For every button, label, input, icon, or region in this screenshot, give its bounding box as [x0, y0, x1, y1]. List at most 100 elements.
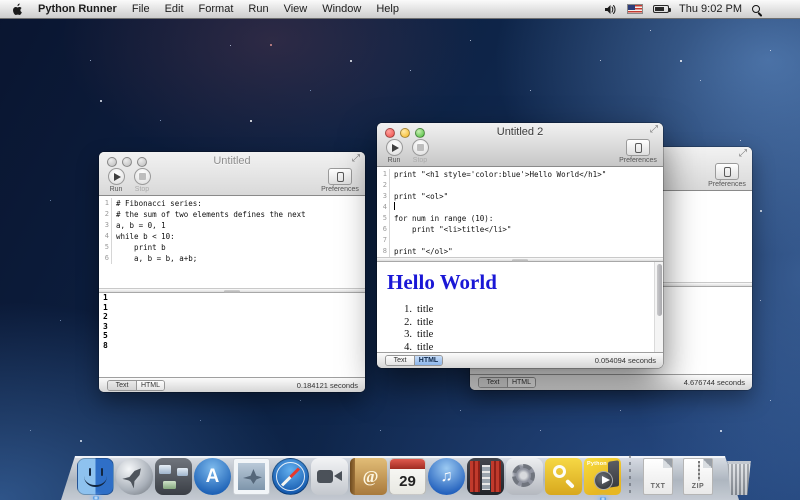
finder-icon[interactable] [77, 458, 114, 495]
tab-html[interactable]: HTML [507, 378, 535, 387]
code-line: 4 [377, 202, 663, 213]
code-editor[interactable]: 1print "<h1 style='color:blue'>Hello Wor… [377, 167, 663, 257]
window-untitled: Untitled ⤢ Run Stop Preferences 1# Fibon… [99, 152, 365, 392]
list-item: 2.title [377, 317, 663, 330]
code-line: 2 [377, 180, 663, 191]
rendered-heading: Hello World [387, 270, 663, 295]
output-scrollbar[interactable] [654, 262, 663, 352]
mission-control-icon[interactable] [155, 458, 192, 495]
code-editor[interactable]: 1# Fibonacci series: 2# the sum of two e… [99, 196, 365, 288]
preferences-button[interactable]: Preferences [706, 163, 748, 188]
txt-document-icon[interactable]: TXT [643, 458, 673, 495]
play-icon [114, 173, 121, 181]
stop-button[interactable]: Stop [408, 139, 432, 164]
tab-html[interactable]: HTML [136, 381, 164, 390]
output-line: 5 [99, 331, 365, 341]
code-line: 6 a, b = b, a+b; [99, 253, 365, 264]
input-source-flag-icon[interactable] [627, 4, 643, 14]
window-title: Untitled 2 [407, 126, 633, 138]
system-preferences-icon[interactable] [506, 458, 543, 495]
run-button[interactable]: Run [382, 139, 406, 164]
safari-icon[interactable] [272, 458, 309, 495]
launchpad-icon[interactable] [116, 458, 153, 495]
menu-run[interactable]: Run [248, 3, 268, 15]
elapsed-time: 0.184121 seconds [297, 381, 358, 390]
preferences-icon [337, 172, 344, 182]
rendered-list: 1.title 2.title 3.title 4.title 5.title … [377, 304, 663, 352]
close-button[interactable] [385, 128, 395, 138]
code-line: 1# Fibonacci series: [99, 198, 365, 209]
list-item: 1.title [377, 304, 663, 317]
dock: 29 Python TXT ZIP [61, 452, 739, 500]
tab-text[interactable]: Text [479, 378, 507, 387]
running-indicator [92, 496, 100, 500]
list-item: 4.title [377, 342, 663, 353]
tab-text[interactable]: Text [386, 356, 414, 365]
code-line: 4while b < 10: [99, 231, 365, 242]
preferences-icon [724, 167, 731, 177]
titlebar-untitled-2[interactable]: Untitled 2 ⤢ Run Stop Preferences [377, 123, 663, 167]
menu-window[interactable]: Window [322, 3, 361, 15]
html-output-pane[interactable]: Hello World 1.title 2.title 3.title 4.ti… [377, 262, 663, 352]
menu-file[interactable]: File [132, 3, 150, 15]
calendar-icon[interactable]: 29 [389, 458, 426, 495]
menu-app-name[interactable]: Python Runner [38, 3, 117, 15]
battery-icon[interactable] [653, 5, 669, 13]
zip-document-icon[interactable]: ZIP [683, 458, 713, 495]
play-icon [392, 144, 399, 152]
spotlight-icon[interactable] [752, 5, 760, 13]
dock-separator [629, 455, 631, 495]
trash-icon[interactable] [725, 461, 753, 495]
fullscreen-icon[interactable]: ⤢ [739, 148, 747, 160]
menu-view[interactable]: View [284, 3, 308, 15]
fullscreen-icon[interactable]: ⤢ [352, 153, 360, 165]
code-line: 1print "<h1 style='color:blue'>Hello Wor… [377, 169, 663, 180]
tab-text[interactable]: Text [108, 381, 136, 390]
fullscreen-icon[interactable]: ⤢ [650, 124, 658, 136]
code-line: 5for num in range (10): [377, 213, 663, 224]
itunes-icon[interactable] [428, 458, 465, 495]
output-pane[interactable]: 1 1 2 3 5 8 [99, 293, 365, 377]
scrollbar-thumb[interactable] [657, 264, 662, 316]
preferences-button[interactable]: Preferences [319, 168, 361, 193]
elapsed-time: 0.054094 seconds [595, 356, 656, 365]
code-line: 6 print "<li>title</li>" [377, 224, 663, 235]
menubar-clock[interactable]: Thu 9:02 PM [679, 3, 742, 15]
menu-bar: Python Runner File Edit Format Run View … [0, 0, 800, 19]
stop-button[interactable]: Stop [130, 168, 154, 193]
app-store-icon[interactable] [194, 458, 231, 495]
photo-booth-icon[interactable] [467, 458, 504, 495]
output-mode-tabs: Text HTML [478, 377, 536, 388]
run-button[interactable]: Run [104, 168, 128, 193]
window-title: Untitled [129, 155, 335, 167]
status-bar: Text HTML 4.676744 seconds [470, 374, 752, 390]
menu-format[interactable]: Format [199, 3, 234, 15]
status-bar: Text HTML 0.184121 seconds [99, 377, 365, 392]
menu-help[interactable]: Help [376, 3, 399, 15]
address-book-icon[interactable] [350, 458, 387, 495]
search-utility-icon[interactable] [545, 458, 582, 495]
code-line: 8print "</ol>" [377, 246, 663, 257]
preferences-button[interactable]: Preferences [617, 139, 659, 164]
output-line: 3 [99, 322, 365, 332]
code-line: 5 print b [99, 242, 365, 253]
output-line: 1 [99, 293, 365, 303]
stop-icon [139, 173, 146, 180]
volume-icon[interactable] [604, 4, 617, 15]
facetime-icon[interactable] [311, 458, 348, 495]
code-line: 3a, b = 0, 1 [99, 220, 365, 231]
output-mode-tabs: Text HTML [385, 355, 443, 366]
mail-icon[interactable] [233, 458, 270, 495]
titlebar-untitled[interactable]: Untitled ⤢ Run Stop Preferences [99, 152, 365, 196]
menu-edit[interactable]: Edit [165, 3, 184, 15]
apple-menu-icon[interactable] [12, 3, 23, 16]
output-mode-tabs: Text HTML [107, 380, 165, 391]
code-line: 3print "<ol>" [377, 191, 663, 202]
close-button[interactable] [107, 157, 117, 167]
output-line: 1 [99, 303, 365, 313]
code-line: 2# the sum of two elements defines the n… [99, 209, 365, 220]
python-runner-icon[interactable]: Python [584, 458, 621, 495]
tab-html[interactable]: HTML [414, 356, 442, 365]
preferences-icon [635, 143, 642, 153]
elapsed-time: 4.676744 seconds [684, 378, 745, 387]
